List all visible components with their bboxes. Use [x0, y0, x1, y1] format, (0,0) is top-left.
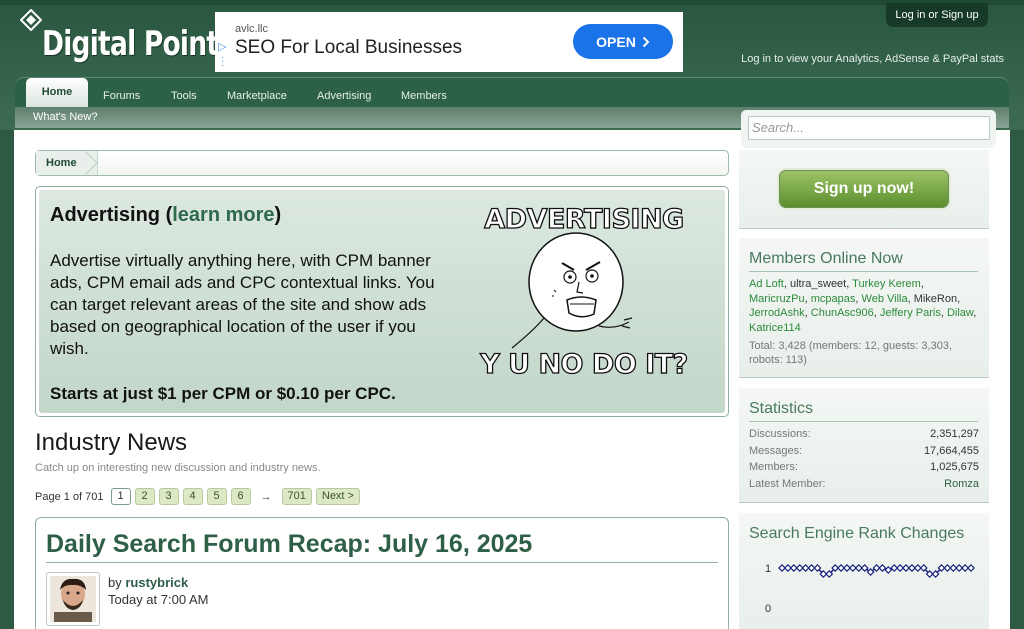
statistics-title: Statistics: [749, 400, 814, 417]
page-link-3[interactable]: 3: [158, 488, 179, 505]
tab-members[interactable]: Members: [401, 86, 447, 106]
author-prefix: by: [108, 575, 126, 590]
online-member[interactable]: Web Villa: [862, 293, 908, 305]
stat-label: Latest Member:: [749, 478, 826, 490]
chevron-right-icon: [642, 36, 650, 47]
rank-changes-block: Search Engine Rank Changes 10: [739, 513, 989, 629]
logo-icon[interactable]: [20, 9, 42, 31]
online-member[interactable]: MikeRon: [914, 293, 957, 305]
search-input[interactable]: Search...: [748, 116, 990, 140]
chart-point: [967, 564, 975, 572]
rank-changes-title[interactable]: Search Engine Rank Changes: [749, 525, 964, 543]
signup-block: Sign up now!: [739, 150, 989, 229]
author-link[interactable]: rustybrick: [125, 575, 188, 590]
page-link-1[interactable]: 1: [110, 488, 131, 505]
advertising-promo-inner: Advertising (learn more) Advertise virtu…: [39, 190, 725, 413]
ad-open-label: OPEN: [596, 33, 636, 50]
members-online-divider: [749, 271, 978, 272]
online-member[interactable]: ultra_sweet: [790, 278, 846, 290]
advertising-promo: Advertising (learn more) Advertise virtu…: [35, 186, 729, 417]
online-member[interactable]: ChunAsc906: [811, 307, 874, 319]
statistics-divider: [749, 421, 978, 422]
signup-button[interactable]: Sign up now!: [779, 170, 949, 208]
members-online-title[interactable]: Members Online Now: [749, 250, 903, 268]
news-article: Daily Search Forum Recap: July 16, 2025 …: [35, 517, 729, 629]
latest-member-link[interactable]: Romza: [944, 478, 979, 490]
whats-new-link[interactable]: What's New?: [33, 111, 97, 123]
stat-label: Discussions:: [749, 428, 811, 440]
advertising-heading: Advertising (learn more): [50, 204, 281, 227]
next-page-button[interactable]: Next >: [315, 488, 360, 505]
tab-tools[interactable]: Tools: [171, 86, 197, 106]
advertising-price: Starts at just $1 per CPM or $0.10 per C…: [50, 384, 396, 403]
pagination: Page 1 of 701 1 2 3 4 5 6 → 701 Next >: [35, 488, 360, 505]
avatar[interactable]: [46, 572, 100, 626]
stat-row-discussions: Discussions: 2,351,297: [749, 428, 979, 440]
ad-menu-icon[interactable]: · · ·: [221, 53, 225, 71]
breadcrumb: Home: [35, 150, 729, 176]
banner-ad[interactable]: avlc.llc ▷ · · · SEO For Local Businesses …: [215, 12, 683, 72]
online-member[interactable]: MaricruzPu: [749, 293, 805, 305]
article-divider: [46, 562, 718, 563]
pagination-label: Page 1 of 701: [35, 490, 104, 503]
page-link-4[interactable]: 4: [182, 488, 203, 505]
online-member[interactable]: Jeffery Paris: [880, 307, 941, 319]
chart-y-tick-label: 0: [765, 603, 771, 613]
stat-label: Messages:: [749, 445, 803, 457]
ad-domain: avlc.llc: [235, 23, 269, 35]
meme-caption-bottom: Y U NO DO IT?: [480, 348, 689, 380]
tab-home[interactable]: Home: [26, 78, 88, 107]
article-title[interactable]: Daily Search Forum Recap: July 16, 2025: [46, 530, 532, 559]
tab-marketplace[interactable]: Marketplace: [227, 86, 287, 106]
page-link-5[interactable]: 5: [206, 488, 227, 505]
rank-changes-chart: 10: [765, 563, 975, 613]
pagination-skip-arrow: →: [260, 490, 272, 503]
tab-forums[interactable]: Forums: [103, 86, 140, 106]
header-top-line: [0, 0, 1024, 5]
advertising-heading-text: Advertising (: [50, 204, 173, 226]
page-title: Industry News: [35, 429, 188, 456]
members-online-total: Total: 3,428 (members: 12, guests: 3,303…: [749, 340, 953, 366]
breadcrumb-arrow-fill: [84, 151, 96, 175]
ad-title[interactable]: SEO For Local Businesses: [235, 37, 462, 59]
stat-row-latest-member: Latest Member: Romza: [749, 478, 979, 490]
ad-open-button[interactable]: OPEN: [573, 24, 673, 59]
advertising-heading-close: ): [274, 204, 282, 226]
article-timestamp: Today at 7:00 AM: [108, 592, 209, 607]
login-signup-button[interactable]: Log in or Sign up: [886, 3, 988, 27]
stat-row-messages: Messages: 17,664,455: [749, 445, 979, 457]
online-member[interactable]: JerrodAshk: [749, 307, 805, 319]
stat-value: 2,351,297: [930, 428, 979, 440]
stat-value: 1,025,675: [930, 461, 979, 473]
online-member[interactable]: Dilaw: [947, 307, 973, 319]
advertising-description: Advertise virtually anything here, with …: [50, 251, 435, 358]
page-link-6[interactable]: 6: [230, 488, 251, 505]
author-avatar-image: [50, 576, 96, 622]
chart-y-tick-label: 1: [765, 563, 771, 575]
statistics-block: Statistics Discussions: 2,351,297 Message…: [739, 388, 989, 503]
online-member[interactable]: Turkey Kerem: [852, 278, 921, 290]
stat-value: 17,664,455: [923, 445, 979, 457]
article-author: by rustybrick: [108, 575, 188, 590]
header-login-message[interactable]: Log in to view your Analytics, AdSense &…: [741, 53, 1004, 65]
page-description: Catch up on interesting new discussion a…: [35, 462, 321, 474]
members-online-block: Members Online Now Ad Loft, ultra_sweet,…: [739, 238, 989, 378]
online-member[interactable]: mcpapas: [811, 293, 856, 305]
meme-face-image: [511, 232, 633, 349]
site-logo[interactable]: Digital Point: [42, 24, 219, 64]
page-link-2[interactable]: 2: [134, 488, 155, 505]
online-member[interactable]: Katrice114: [749, 322, 801, 334]
members-online-list: Ad Loft, ultra_sweet, Turkey Kerem, Mari…: [749, 278, 977, 334]
learn-more-link[interactable]: learn more: [172, 204, 274, 226]
stat-row-members: Members: 1,025,675: [749, 461, 979, 473]
online-member[interactable]: Ad Loft: [749, 278, 784, 290]
tab-advertising[interactable]: Advertising: [317, 86, 371, 106]
page-link-last[interactable]: 701: [281, 488, 312, 505]
stat-label: Members:: [749, 461, 798, 473]
